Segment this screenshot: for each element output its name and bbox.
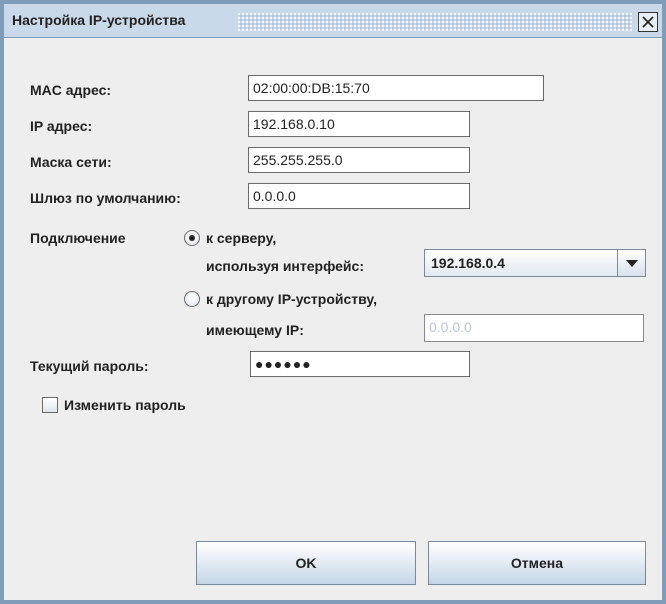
mac-address-field[interactable]: 02:00:00:DB:15:70 xyxy=(248,75,544,101)
connection-label: Подключение xyxy=(30,230,126,246)
interface-dropdown[interactable]: 192.168.0.4 xyxy=(424,249,646,277)
gateway-field[interactable]: 0.0.0.0 xyxy=(248,183,470,209)
radio-connect-server[interactable] xyxy=(184,230,200,246)
ip-address-field[interactable]: 192.168.0.10 xyxy=(248,111,470,137)
chevron-down-icon xyxy=(626,260,638,267)
ok-button[interactable]: OK xyxy=(196,541,416,585)
radio-connect-device[interactable] xyxy=(184,291,200,307)
change-password-checkbox[interactable] xyxy=(42,397,58,413)
gateway-label: Шлюз по умолчанию: xyxy=(30,190,181,206)
dropdown-arrow-button[interactable] xyxy=(617,250,645,276)
mac-label: MAC адрес: xyxy=(30,82,112,98)
radio-connect-server-label[interactable]: к серверу, xyxy=(206,230,276,246)
close-button[interactable] xyxy=(638,12,658,32)
device-ip-field[interactable]: 0.0.0.0 xyxy=(424,314,644,342)
password-label: Текущий пароль: xyxy=(30,358,149,374)
interface-label: используя интерфейс: xyxy=(206,258,364,274)
ip-device-settings-dialog: Настройка IP-устройства MAC адрес: 02:00… xyxy=(0,0,666,604)
window-title: Настройка IP-устройства xyxy=(12,12,192,28)
close-icon xyxy=(642,16,654,28)
mask-label: Маска сети: xyxy=(30,154,112,170)
current-password-field[interactable]: ●●●●●● xyxy=(250,351,470,377)
device-ip-label: имеющему IP: xyxy=(206,322,304,338)
title-bar[interactable]: Настройка IP-устройства xyxy=(4,0,662,38)
ip-label: IP адрес: xyxy=(30,118,93,134)
subnet-mask-field[interactable]: 255.255.255.0 xyxy=(248,147,470,173)
cancel-button[interactable]: Отмена xyxy=(428,541,646,585)
interface-dropdown-value: 192.168.0.4 xyxy=(431,255,505,271)
title-bar-pattern xyxy=(238,13,632,31)
radio-selected-dot xyxy=(189,235,195,241)
change-password-label[interactable]: Изменить пароль xyxy=(64,397,186,413)
radio-connect-device-label[interactable]: к другому IP-устройству, xyxy=(206,291,377,307)
